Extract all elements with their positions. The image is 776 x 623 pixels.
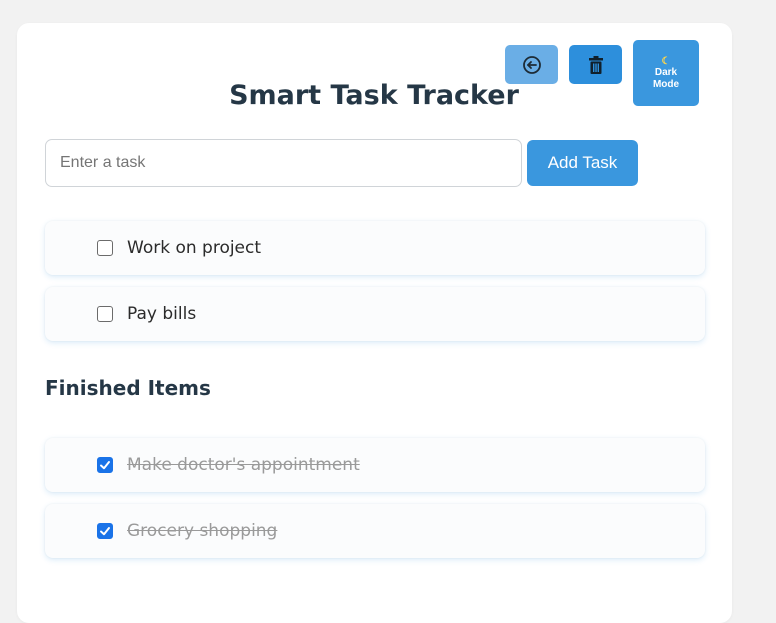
task-checkbox[interactable] [97,306,113,322]
task-label: Pay bills [127,304,197,324]
finished-checkbox[interactable] [97,523,113,539]
task-checkbox[interactable] [97,240,113,256]
undo-button[interactable] [505,45,558,84]
clear-all-button[interactable] [569,45,622,84]
trash-icon [588,55,603,74]
undo-circle-arrow-icon [522,55,541,74]
finished-items-heading: Finished Items [45,376,211,400]
task-label: Work on project [127,238,262,258]
task-input[interactable] [45,139,522,187]
add-task-button[interactable]: Add Task [527,140,638,186]
checkmark-icon [100,461,110,470]
finished-item: Make doctor's appointment [45,438,705,492]
page-title: Smart Task Tracker [229,80,519,111]
finished-checkbox[interactable] [97,457,113,473]
task-item: Work on project [45,221,705,275]
moon-icon: ☾ [661,55,671,67]
finished-label: Grocery shopping [127,521,278,541]
finished-item: Grocery shopping [45,504,705,558]
checkmark-icon [100,527,110,536]
task-item: Pay bills [45,287,705,341]
dark-mode-label-line1: Dark [654,66,678,78]
finished-label: Make doctor's appointment [127,455,360,475]
